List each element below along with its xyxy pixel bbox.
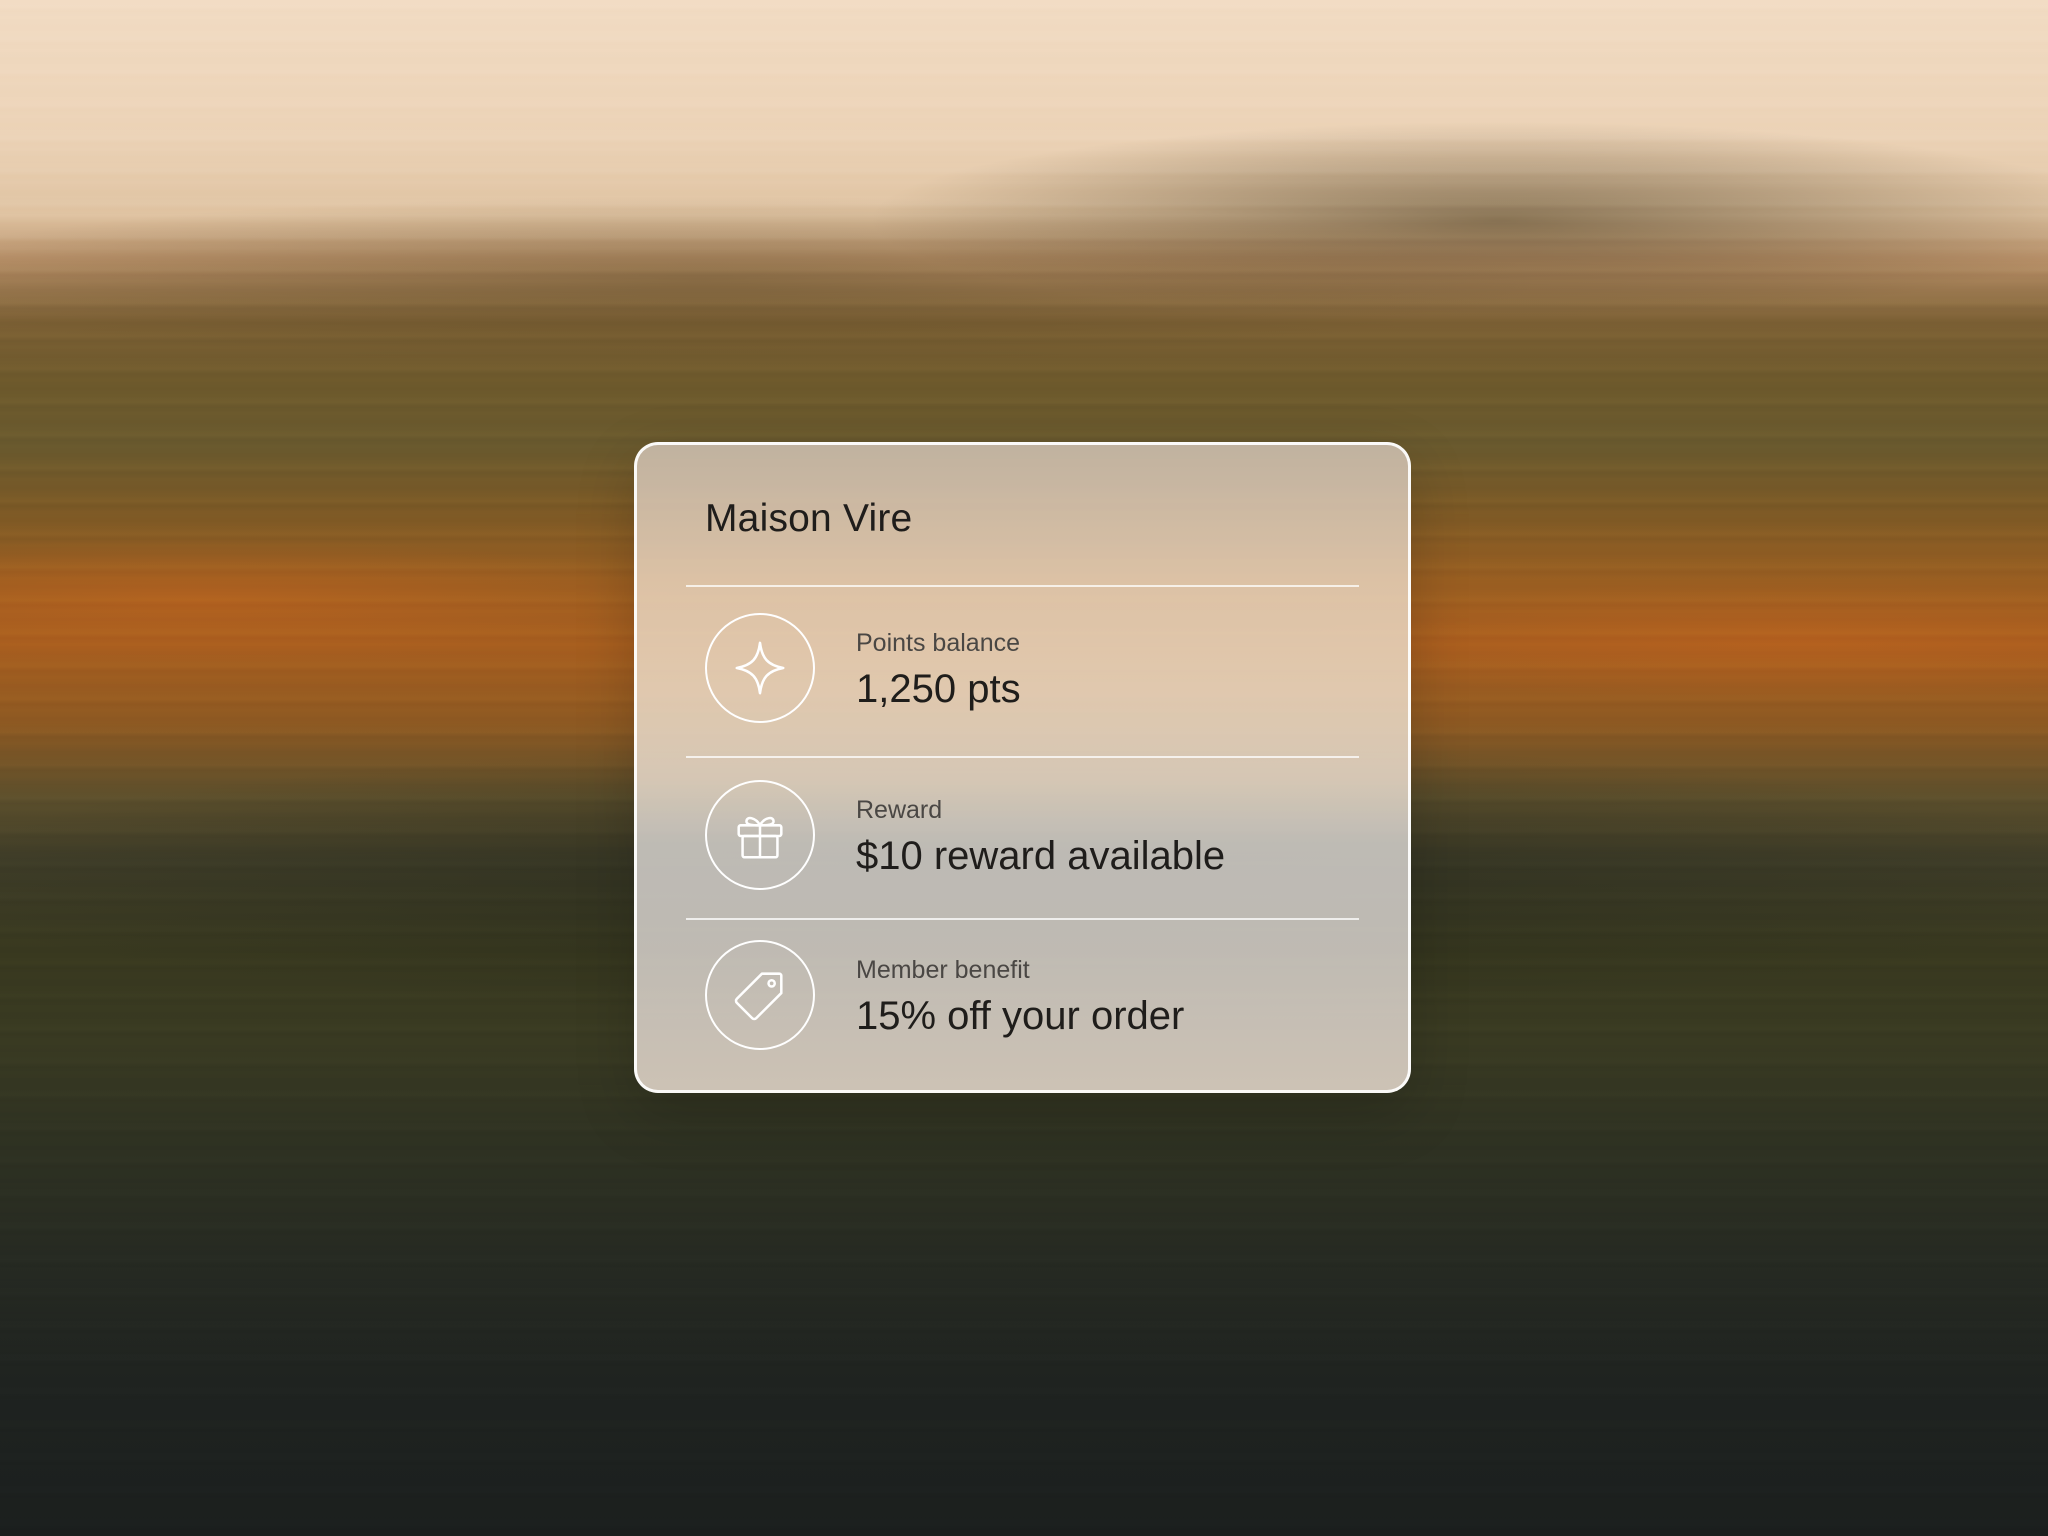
gift-icon xyxy=(705,780,815,890)
reward-row: Reward $10 reward available xyxy=(705,780,1359,900)
member-benefit-row: Member benefit 15% off your order xyxy=(705,940,1359,1060)
reward-value: $10 reward available xyxy=(856,834,1226,878)
member-benefit-label: Member benefit xyxy=(856,956,1030,984)
loyalty-card: Maison Vire Points balance 1,250 pts Rew… xyxy=(634,442,1411,1093)
brand-name: Maison Vire xyxy=(705,497,913,540)
sparkle-icon xyxy=(705,613,815,723)
points-balance-label: Points balance xyxy=(856,629,1021,657)
points-balance-value: 1,250 pts xyxy=(856,667,1021,711)
divider xyxy=(686,585,1359,587)
divider xyxy=(686,918,1359,920)
points-balance-row: Points balance 1,250 pts xyxy=(705,613,1359,733)
divider xyxy=(686,756,1359,758)
reward-label: Reward xyxy=(856,796,943,824)
tag-icon xyxy=(705,940,815,1050)
member-benefit-value: 15% off your order xyxy=(856,994,1185,1038)
